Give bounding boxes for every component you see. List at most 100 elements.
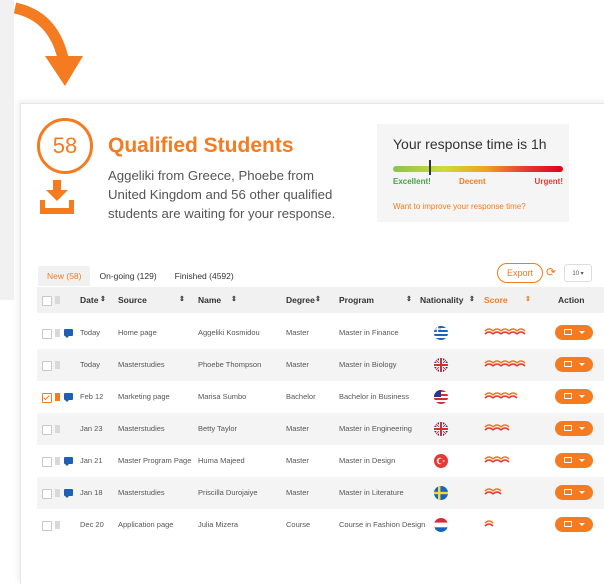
bookmark-icon[interactable]: [55, 457, 60, 465]
uk-flag-icon: [434, 422, 448, 436]
cell-source: Master Program Page: [118, 456, 192, 465]
cell-source: Marketing page: [118, 392, 170, 401]
cell-name[interactable]: Aggeliki Kosmidou: [198, 317, 260, 349]
score-rating: [484, 454, 511, 468]
cell-program: Bachelor in Business: [339, 392, 410, 401]
widget-description: Aggeliki from Greece, Phoebe from United…: [108, 168, 336, 221]
tab-new[interactable]: New (58): [38, 266, 91, 286]
sort-icon[interactable]: ⇕: [179, 287, 185, 313]
response-time-card: Your response time is 1h Excellent! Dece…: [377, 124, 569, 222]
inbox-download-icon: [40, 180, 74, 214]
cell-date: Today: [80, 360, 101, 369]
cell-degree: Master: [286, 456, 309, 465]
row-checkbox[interactable]: [42, 393, 52, 403]
table-row[interactable]: Jan 23 Masterstudies Betty Taylor Master Mas…: [37, 413, 604, 445]
curved-arrow-icon: [13, 2, 83, 86]
cell-name[interactable]: Priscilla Durojaiye: [198, 477, 258, 509]
table-row[interactable]: Today Home page Aggeliki Kosmidou Master Mas…: [37, 317, 604, 349]
row-checkbox[interactable]: [42, 329, 52, 339]
sort-icon[interactable]: ⇕: [231, 287, 237, 313]
col-source[interactable]: Source: [118, 287, 147, 313]
cell-name[interactable]: Betty Taylor: [198, 413, 237, 445]
cell-name[interactable]: Marisa Sumbo: [198, 381, 246, 413]
tab-finished[interactable]: Finished (4592): [166, 266, 243, 286]
tab-ongoing[interactable]: On-going (129): [90, 266, 165, 286]
per-page-select[interactable]: 10 ▾: [564, 264, 592, 282]
col-date[interactable]: Date: [80, 287, 98, 313]
table-row[interactable]: Jan 18 Masterstudies Priscilla Durojaiye Ma…: [37, 477, 604, 509]
bookmark-icon[interactable]: [55, 425, 60, 433]
bookmark-icon[interactable]: [55, 329, 60, 337]
cell-degree: Master: [286, 360, 309, 369]
usa-flag-icon: [434, 390, 448, 404]
score-rating: [484, 518, 495, 532]
message-icon[interactable]: [64, 489, 73, 498]
sort-icon[interactable]: ⇕: [525, 287, 531, 313]
sweden-flag-icon: [434, 486, 448, 500]
cell-source: Masterstudies: [118, 360, 165, 369]
cell-date: Today: [80, 328, 101, 337]
table-row[interactable]: Today Masterstudies Phoebe Thompson Master M…: [37, 349, 604, 381]
refresh-icon[interactable]: ⟳: [546, 265, 556, 279]
cell-source: Home page: [118, 328, 157, 337]
sort-icon[interactable]: ⇕: [406, 287, 412, 313]
sort-icon[interactable]: ⇕: [100, 287, 106, 313]
table-row[interactable]: Dec 20 Application page Julia Mizera Course…: [37, 509, 604, 541]
message-icon[interactable]: [64, 457, 73, 466]
message-action-button[interactable]: [555, 389, 593, 404]
gauge-label-excellent: Excellent!: [393, 177, 431, 186]
row-checkbox[interactable]: [42, 457, 52, 467]
cell-program: Master in Engineering: [339, 424, 412, 433]
response-time-gauge: [393, 166, 563, 172]
row-checkbox[interactable]: [42, 425, 52, 435]
table-row[interactable]: Jan 21 Master Program Page Huma Majeed Mast…: [37, 445, 604, 477]
message-action-button[interactable]: [555, 357, 593, 372]
message-action-button[interactable]: [555, 453, 593, 468]
cell-source: Masterstudies: [118, 488, 165, 497]
cell-degree: Master: [286, 328, 309, 337]
message-action-button[interactable]: [555, 517, 593, 532]
bookmark-icon[interactable]: [55, 521, 60, 529]
col-name[interactable]: Name: [198, 287, 221, 313]
widget-title: Qualified Students: [108, 134, 294, 157]
bookmark-icon[interactable]: [55, 489, 60, 497]
row-checkbox[interactable]: [42, 521, 52, 531]
message-action-button[interactable]: [555, 325, 593, 340]
cell-name[interactable]: Huma Majeed: [198, 445, 245, 477]
cell-source: Application page: [118, 520, 174, 529]
export-button[interactable]: Export: [497, 263, 543, 283]
improve-response-link[interactable]: Want to improve your response time?: [393, 202, 526, 211]
score-rating: [484, 422, 511, 436]
sort-icon[interactable]: ⇕: [469, 287, 475, 313]
cell-degree: Master: [286, 488, 309, 497]
row-checkbox[interactable]: [42, 489, 52, 499]
row-checkbox[interactable]: [42, 361, 52, 371]
col-score[interactable]: Score: [484, 287, 508, 313]
message-action-button[interactable]: [555, 421, 593, 436]
table-header: Date ⇕ Source ⇕ Name ⇕ Degree ⇕ Program …: [37, 287, 604, 313]
cell-date: Dec 20: [80, 520, 104, 529]
cell-name[interactable]: Julia Mizera: [198, 509, 238, 541]
cell-name[interactable]: Phoebe Thompson: [198, 349, 261, 381]
message-icon[interactable]: [64, 393, 73, 402]
message-action-button[interactable]: [555, 485, 593, 500]
col-degree[interactable]: Degree: [286, 287, 315, 313]
score-rating: [484, 358, 527, 372]
table-row[interactable]: Feb 12 Marketing page Marisa Sumbo Bachelor…: [37, 381, 604, 413]
bookmark-icon: [55, 296, 60, 304]
response-time-title: Your response time is 1h: [393, 136, 547, 152]
col-program[interactable]: Program: [339, 287, 374, 313]
select-all-checkbox[interactable]: [42, 296, 52, 306]
student-count: 58: [52, 133, 78, 158]
col-nationality[interactable]: Nationality: [420, 287, 463, 313]
sort-icon[interactable]: ⇕: [315, 287, 321, 313]
cell-program: Master in Biology: [339, 360, 397, 369]
cell-program: Course in Fashion Design: [339, 520, 426, 529]
bookmark-icon[interactable]: [55, 393, 60, 401]
bookmark-icon[interactable]: [55, 361, 60, 369]
uk-flag-icon: [434, 358, 448, 372]
cell-date: Jan 21: [80, 456, 103, 465]
message-icon[interactable]: [64, 329, 73, 338]
student-count-badge: 58: [37, 118, 93, 174]
score-rating: [484, 326, 527, 340]
